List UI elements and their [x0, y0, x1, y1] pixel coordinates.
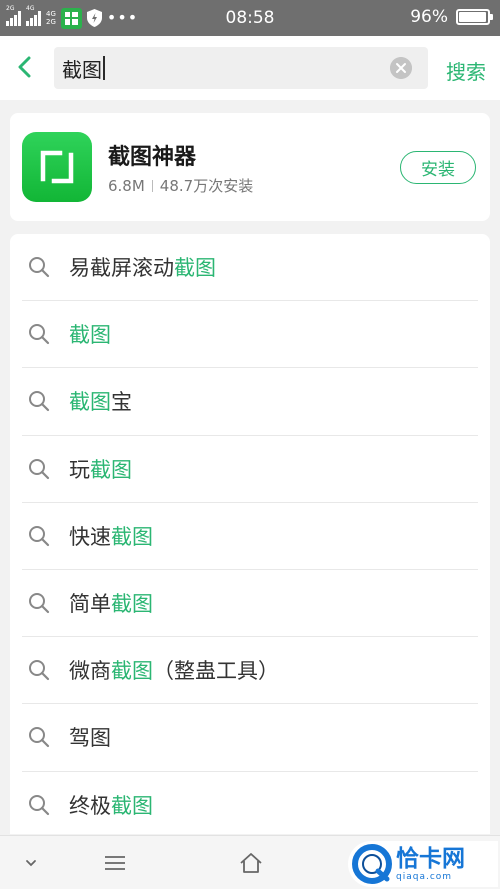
menu-icon[interactable] — [102, 850, 128, 876]
search-icon — [29, 660, 50, 681]
search-icon — [29, 324, 50, 345]
search-icon — [29, 391, 50, 412]
watermark-cn: 恰卡网 — [396, 845, 465, 872]
suggestion-highlight: 截图 — [69, 390, 111, 415]
suggestion-text: 易截屏滚动截图 — [69, 252, 216, 282]
crop-frame-icon — [40, 150, 74, 184]
suggestion-highlight: 截图 — [111, 793, 153, 818]
battery-icon — [456, 9, 493, 25]
suggestion-suffix: 宝 — [111, 390, 132, 415]
suggestion-item[interactable]: 微商截图（整蛊工具） — [22, 637, 478, 705]
status-right: 96% — [410, 7, 493, 27]
suggestion-prefix: 驾图 — [69, 726, 111, 751]
suggestion-item[interactable]: 易截屏滚动截图 — [22, 234, 478, 302]
suggestion-prefix: 易截屏滚动 — [69, 256, 174, 281]
text-caret — [103, 56, 105, 80]
suggestion-item[interactable]: 快速截图 — [22, 503, 478, 570]
app-meta: 6.8M 48.7万次安装 — [108, 175, 253, 196]
install-button[interactable]: 安装 — [400, 151, 476, 184]
search-icon — [29, 257, 50, 278]
bottom-nav: 恰卡网 qiaqa.com — [0, 835, 500, 889]
suggestion-highlight: 截图 — [174, 256, 216, 281]
suggestion-text: 快速截图 — [69, 521, 153, 551]
watermark-logo-icon — [352, 844, 392, 884]
watermark: 恰卡网 qiaqa.com — [348, 841, 498, 887]
suggestion-text: 驾图 — [69, 722, 111, 752]
search-header: 截图 搜索 — [0, 36, 500, 100]
search-icon — [29, 458, 50, 479]
app-size: 6.8M — [108, 176, 145, 195]
app-result-card[interactable]: 截图神器 6.8M 48.7万次安装 安装 — [10, 113, 490, 221]
search-icon — [29, 794, 50, 815]
suggestion-prefix: 终极 — [69, 793, 111, 818]
suggestion-list: 易截屏滚动截图 截图 截图宝 玩截图 快速截图 简单截图 微商截图（整蛊工具） 驾图 终极截图 — [10, 234, 490, 834]
suggestion-item[interactable]: 截图宝 — [22, 368, 478, 436]
search-icon — [29, 525, 50, 546]
suggestion-highlight: 截图 — [111, 524, 153, 549]
battery-fill — [459, 12, 486, 22]
home-icon[interactable] — [238, 850, 264, 876]
suggestion-highlight: 截图 — [111, 592, 153, 617]
app-icon[interactable] — [22, 132, 92, 202]
suggestion-text: 终极截图 — [69, 790, 153, 820]
status-bar: 2G 4G 4G 2G ••• 08:58 96% — [0, 0, 500, 36]
watermark-en: qiaqa.com — [396, 871, 453, 882]
suggestion-highlight: 截图 — [69, 323, 111, 348]
search-icon — [29, 727, 50, 748]
chevron-left-icon[interactable] — [14, 56, 36, 78]
meta-divider — [151, 179, 153, 192]
suggestion-item[interactable]: 玩截图 — [22, 436, 478, 503]
search-icon — [29, 593, 50, 614]
suggestion-item[interactable]: 驾图 — [22, 704, 478, 772]
suggestion-text: 微商截图（整蛊工具） — [69, 655, 279, 685]
app-name[interactable]: 截图神器 — [108, 139, 196, 171]
suggestion-highlight: 截图 — [90, 457, 132, 482]
suggestion-prefix: 玩 — [69, 457, 90, 482]
search-input[interactable]: 截图 — [54, 47, 428, 89]
suggestion-prefix: 简单 — [69, 592, 111, 617]
suggestion-prefix: 微商 — [69, 659, 111, 684]
watermark-text: 恰卡网 qiaqa.com — [396, 845, 465, 882]
suggestion-highlight: 截图 — [111, 659, 153, 684]
app-installs: 48.7万次安装 — [159, 177, 254, 195]
search-query[interactable]: 截图 — [62, 54, 102, 83]
search-button[interactable]: 搜索 — [446, 56, 486, 85]
suggestion-text: 截图 — [69, 319, 111, 349]
chevron-down-icon[interactable] — [18, 850, 44, 876]
suggestion-item[interactable]: 终极截图 — [22, 772, 478, 835]
suggestion-item[interactable]: 截图 — [22, 301, 478, 369]
suggestion-text: 简单截图 — [69, 588, 153, 618]
suggestion-text: 截图宝 — [69, 386, 132, 416]
suggestion-suffix: （整蛊工具） — [153, 659, 279, 684]
battery-percent: 96% — [410, 7, 448, 27]
suggestion-prefix: 快速 — [69, 524, 111, 549]
clear-icon[interactable] — [390, 57, 412, 79]
suggestion-item[interactable]: 简单截图 — [22, 570, 478, 638]
suggestion-text: 玩截图 — [69, 454, 132, 484]
